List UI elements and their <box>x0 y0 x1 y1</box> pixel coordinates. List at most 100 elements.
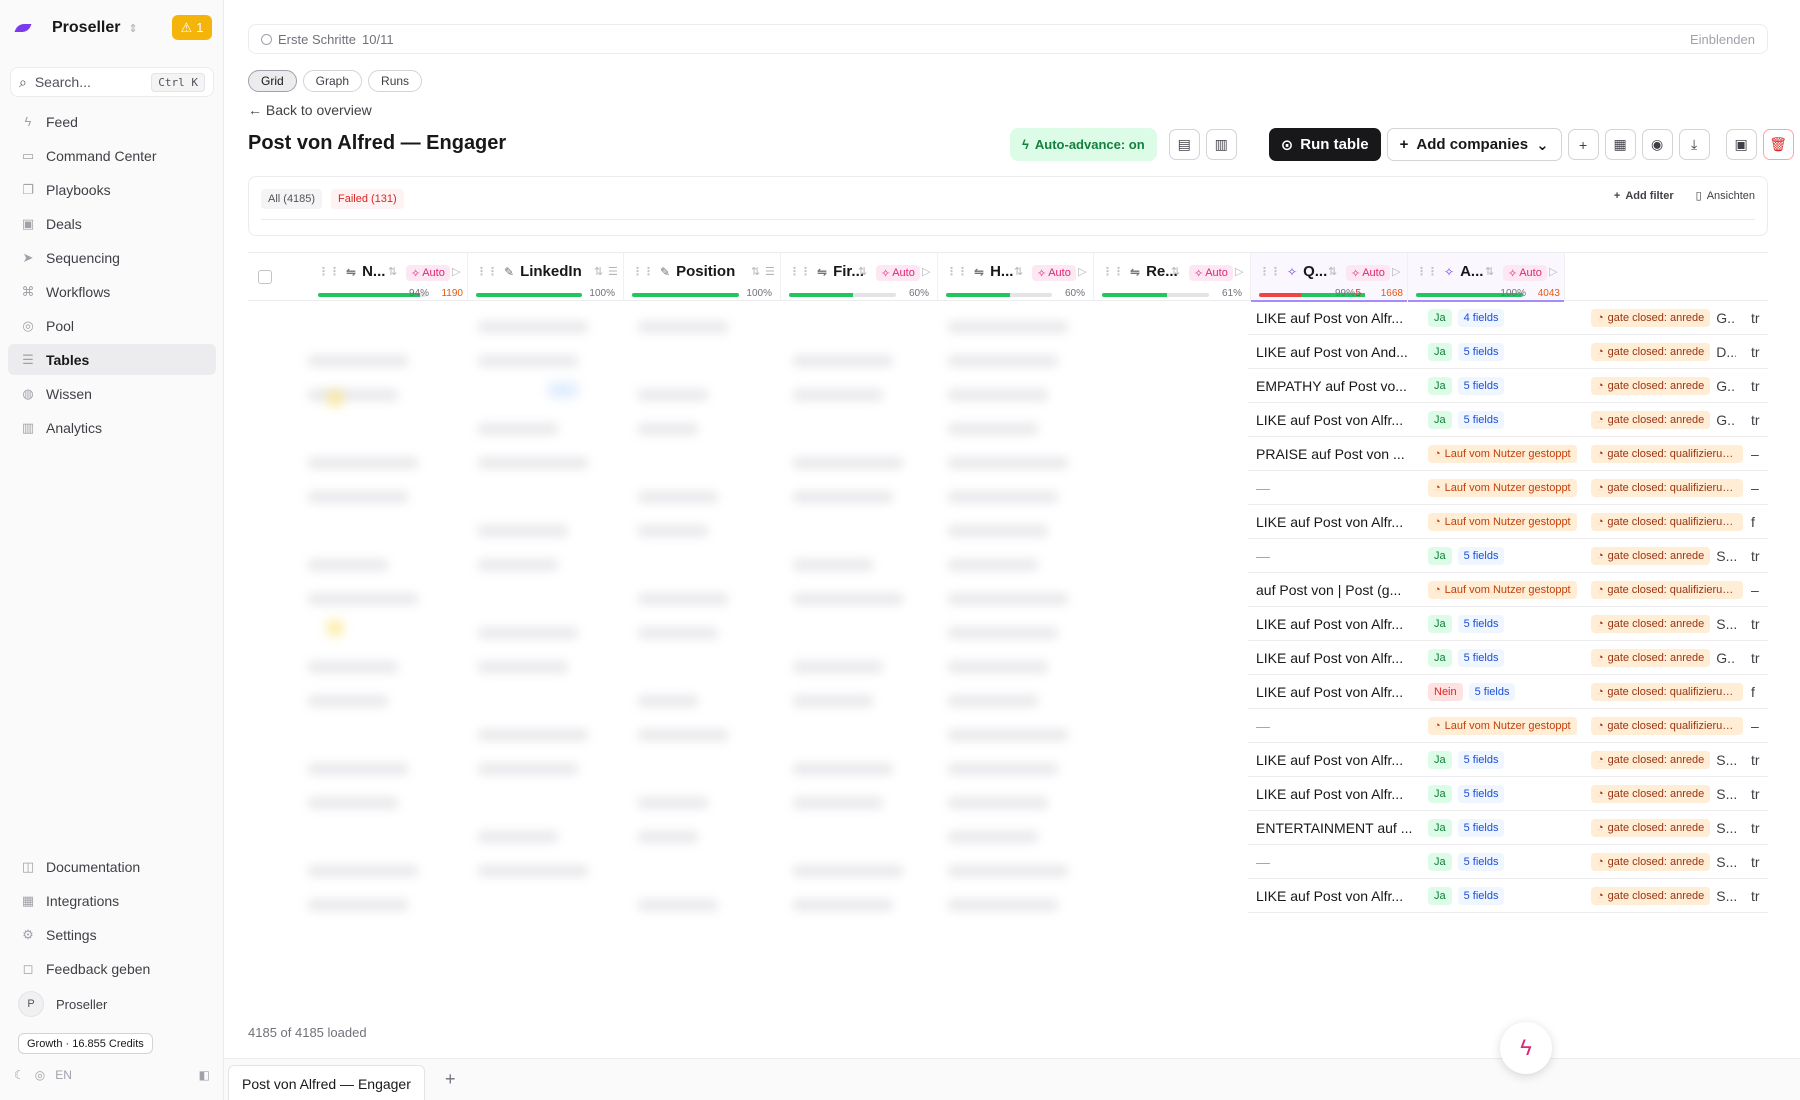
auto-badge[interactable]: ✧ Auto <box>406 265 450 281</box>
sort-icon[interactable]: ⇅ <box>858 265 867 278</box>
reaction-cell[interactable]: — <box>1256 480 1414 496</box>
back-link[interactable]: ← Back to overview <box>248 102 372 118</box>
reaction-cell[interactable]: PRAISE auf Post von ... <box>1256 446 1414 462</box>
table-row[interactable]: LIKE auf Post von Alfr... Ja 5 fields ◔ gate… <box>1248 879 1768 913</box>
auto-badge[interactable]: ✧ Auto <box>1032 265 1076 281</box>
next-cell[interactable]: tr <box>1751 650 1760 666</box>
add-companies-button[interactable]: + Add companies ⌄ <box>1386 128 1562 161</box>
sidebar-item-command-center[interactable]: ▭ Command Center <box>8 140 216 171</box>
onboarding-show-button[interactable]: Einblenden <box>1690 32 1755 47</box>
next-cell[interactable]: tr <box>1751 548 1760 564</box>
table-row[interactable]: LIKE auf Post von Alfr... Ja 5 fields ◔ gate… <box>1248 743 1768 777</box>
table-row[interactable]: — Ja 5 fields ◔ gate closed: anrede S... tr <box>1248 539 1768 573</box>
anrede-cell[interactable]: ◔ gate closed: qualifizierung... <box>1591 581 1743 599</box>
alert-badge[interactable]: ⚠ 1 <box>172 15 212 40</box>
sidebar-item-settings[interactable]: ⚙ Settings <box>8 919 216 950</box>
run-column-icon[interactable]: ▷ <box>922 265 930 278</box>
reaction-cell[interactable]: LIKE auf Post von Alfr... <box>1256 888 1414 904</box>
table-row[interactable]: LIKE auf Post von Alfr... ◔ Lauf vom Nutze… <box>1248 505 1768 539</box>
column-header[interactable]: ⋮⋮ ✧ Q... ✧ Auto ▷ ⇅ 1668 5 99% <box>1251 253 1408 302</box>
add-column-icon[interactable]: + <box>1567 129 1599 160</box>
column-header[interactable]: ⋮⋮ ✎ Position ⇅ ☰ 100% <box>624 253 781 301</box>
reaction-cell[interactable]: LIKE auf Post von Alfr... <box>1256 684 1414 700</box>
anrede-cell[interactable]: ◔ gate closed: qualifizierung... <box>1591 513 1743 531</box>
next-cell[interactable]: tr <box>1751 310 1760 326</box>
column-menu-icon[interactable]: ☰ <box>765 265 775 278</box>
qualification-cell[interactable]: Ja 5 fields <box>1428 853 1505 871</box>
anrede-cell[interactable]: ◔ gate closed: anrede D... <box>1591 343 1736 361</box>
next-cell[interactable]: tr <box>1751 616 1760 632</box>
reaction-cell[interactable]: LIKE auf Post von Alfr... <box>1256 412 1414 428</box>
reaction-cell[interactable]: LIKE auf Post von Alfr... <box>1256 752 1414 768</box>
table-row[interactable]: LIKE auf Post von Alfr... Ja 5 fields ◔ gate… <box>1248 641 1768 675</box>
auto-advance-toggle[interactable]: ϟ Auto-advance: on <box>1010 128 1157 161</box>
anrede-cell[interactable]: ◔ gate closed: qualifizierung... <box>1591 445 1743 463</box>
drag-handle-icon[interactable]: ⋮⋮ <box>476 265 498 278</box>
next-cell[interactable]: tr <box>1751 412 1760 428</box>
run-column-icon[interactable]: ▷ <box>1392 265 1400 278</box>
table-row[interactable]: LIKE auf Post von And... Ja 5 fields ◔ gate … <box>1248 335 1768 369</box>
select-all-checkbox[interactable] <box>258 270 272 284</box>
column-header[interactable]: ⋮⋮ ⇋ H... ✧ Auto ▷ ⇅ 60% <box>938 253 1094 301</box>
run-column-icon[interactable]: ▷ <box>1235 265 1243 278</box>
drag-handle-icon[interactable]: ⋮⋮ <box>789 265 811 278</box>
reaction-cell[interactable]: EMPATHY auf Post vo... <box>1256 378 1414 394</box>
reaction-cell[interactable]: LIKE auf Post von Alfr... <box>1256 616 1414 632</box>
next-cell[interactable]: tr <box>1751 344 1760 360</box>
sort-icon[interactable]: ⇅ <box>1171 265 1180 278</box>
filter-all[interactable]: All (4185) <box>261 189 323 209</box>
qualification-cell[interactable]: ◔ Lauf vom Nutzer gestoppt <box>1428 513 1577 531</box>
next-cell[interactable]: – <box>1751 480 1759 496</box>
next-cell[interactable]: tr <box>1751 854 1760 870</box>
drag-handle-icon[interactable]: ⋮⋮ <box>318 265 340 278</box>
sort-icon[interactable]: ⇅ <box>388 265 397 278</box>
table-row[interactable]: — ◔ Lauf vom Nutzer gestoppt ◔ gate closed: … <box>1248 709 1768 743</box>
reaction-cell[interactable]: LIKE auf Post von Alfr... <box>1256 786 1414 802</box>
auto-badge[interactable]: ✧ Auto <box>1189 265 1233 281</box>
sort-icon[interactable]: ⇅ <box>1485 265 1494 278</box>
anrede-cell[interactable]: ◔ gate closed: anrede S... <box>1591 547 1736 565</box>
sidebar-item-documentation[interactable]: ◫ Documentation <box>8 851 216 882</box>
qualification-cell[interactable]: Ja 5 fields <box>1428 751 1505 769</box>
columns-icon[interactable]: ▥ <box>1205 129 1237 160</box>
qualification-cell[interactable]: ◔ Lauf vom Nutzer gestoppt <box>1428 581 1577 599</box>
reaction-cell[interactable]: — <box>1256 854 1414 870</box>
reaction-cell[interactable]: ENTERTAINMENT auf ... <box>1256 820 1414 836</box>
anrede-cell[interactable]: ◔gate closed: anrede G... <box>1591 649 1736 667</box>
search-input[interactable]: ⌕ Search... Ctrl K <box>10 67 214 97</box>
sidebar-item-deals[interactable]: ▣ Deals <box>8 208 216 239</box>
schedule-icon[interactable]: ▦ <box>1604 129 1636 160</box>
workspace-switcher[interactable]: Proseller ⇕ <box>14 14 138 42</box>
reaction-cell[interactable]: LIKE auf Post von Alfr... <box>1256 310 1414 326</box>
sidebar-item-feed[interactable]: ϟ Feed <box>8 106 216 137</box>
trash-icon[interactable]: 🗑 <box>1762 129 1794 160</box>
anrede-cell[interactable]: ◔ gate closed: anrede S... <box>1591 615 1736 633</box>
column-header[interactable]: ⋮⋮ ⇋ Re... ✧ Auto ▷ ⇅ 61% <box>1094 253 1251 301</box>
webhook-icon[interactable]: ◉ <box>1641 129 1673 160</box>
sheet-tab[interactable]: Post von Alfred — Engager <box>228 1065 425 1100</box>
table-row[interactable]: LIKE auf Post von Alfr... Ja 5 fields ◔ gate… <box>1248 607 1768 641</box>
sidebar-item-sequencing[interactable]: ➤ Sequencing <box>8 242 216 273</box>
qualification-cell[interactable]: ◔ Lauf vom Nutzer gestoppt <box>1428 479 1577 497</box>
qualification-cell[interactable]: Ja 5 fields <box>1428 343 1505 361</box>
run-column-icon[interactable]: ▷ <box>1078 265 1086 278</box>
qualification-cell[interactable]: Ja 4 fields <box>1428 309 1505 327</box>
theme-toggle-icon[interactable]: ☾ <box>14 1068 25 1082</box>
qualification-cell[interactable]: Ja 5 fields <box>1428 615 1505 633</box>
qualification-cell[interactable]: Ja 5 fields <box>1428 377 1505 395</box>
next-cell[interactable]: – <box>1751 582 1759 598</box>
layout-icon[interactable]: ▣ <box>1725 129 1757 160</box>
column-header[interactable]: ⋮⋮ ✎ LinkedIn ⇅ ☰ 100% <box>468 253 624 301</box>
column-header[interactable]: ⋮⋮ ✧ A... ✧ Auto ▷ ⇅ 4043 100% <box>1408 253 1565 302</box>
sidebar-item-integrations[interactable]: ▦ Integrations <box>8 885 216 916</box>
sidebar-item-pool[interactable]: ◎ Pool <box>8 310 216 341</box>
credits-badge[interactable]: Growth · 16.855 Credits <box>18 1033 153 1054</box>
anrede-cell[interactable]: ◔ gate closed: qualifizierung... <box>1591 683 1743 701</box>
tab-grid[interactable]: Grid <box>248 70 297 92</box>
auto-badge[interactable]: ✧ Auto <box>1346 265 1390 281</box>
reaction-cell[interactable]: auf Post von | Post (g... <box>1256 582 1414 598</box>
drag-handle-icon[interactable]: ⋮⋮ <box>1259 265 1281 278</box>
next-cell[interactable]: tr <box>1751 888 1760 904</box>
column-menu-icon[interactable]: ☰ <box>608 265 618 278</box>
qualification-cell[interactable]: Nein 5 fields <box>1428 683 1516 701</box>
